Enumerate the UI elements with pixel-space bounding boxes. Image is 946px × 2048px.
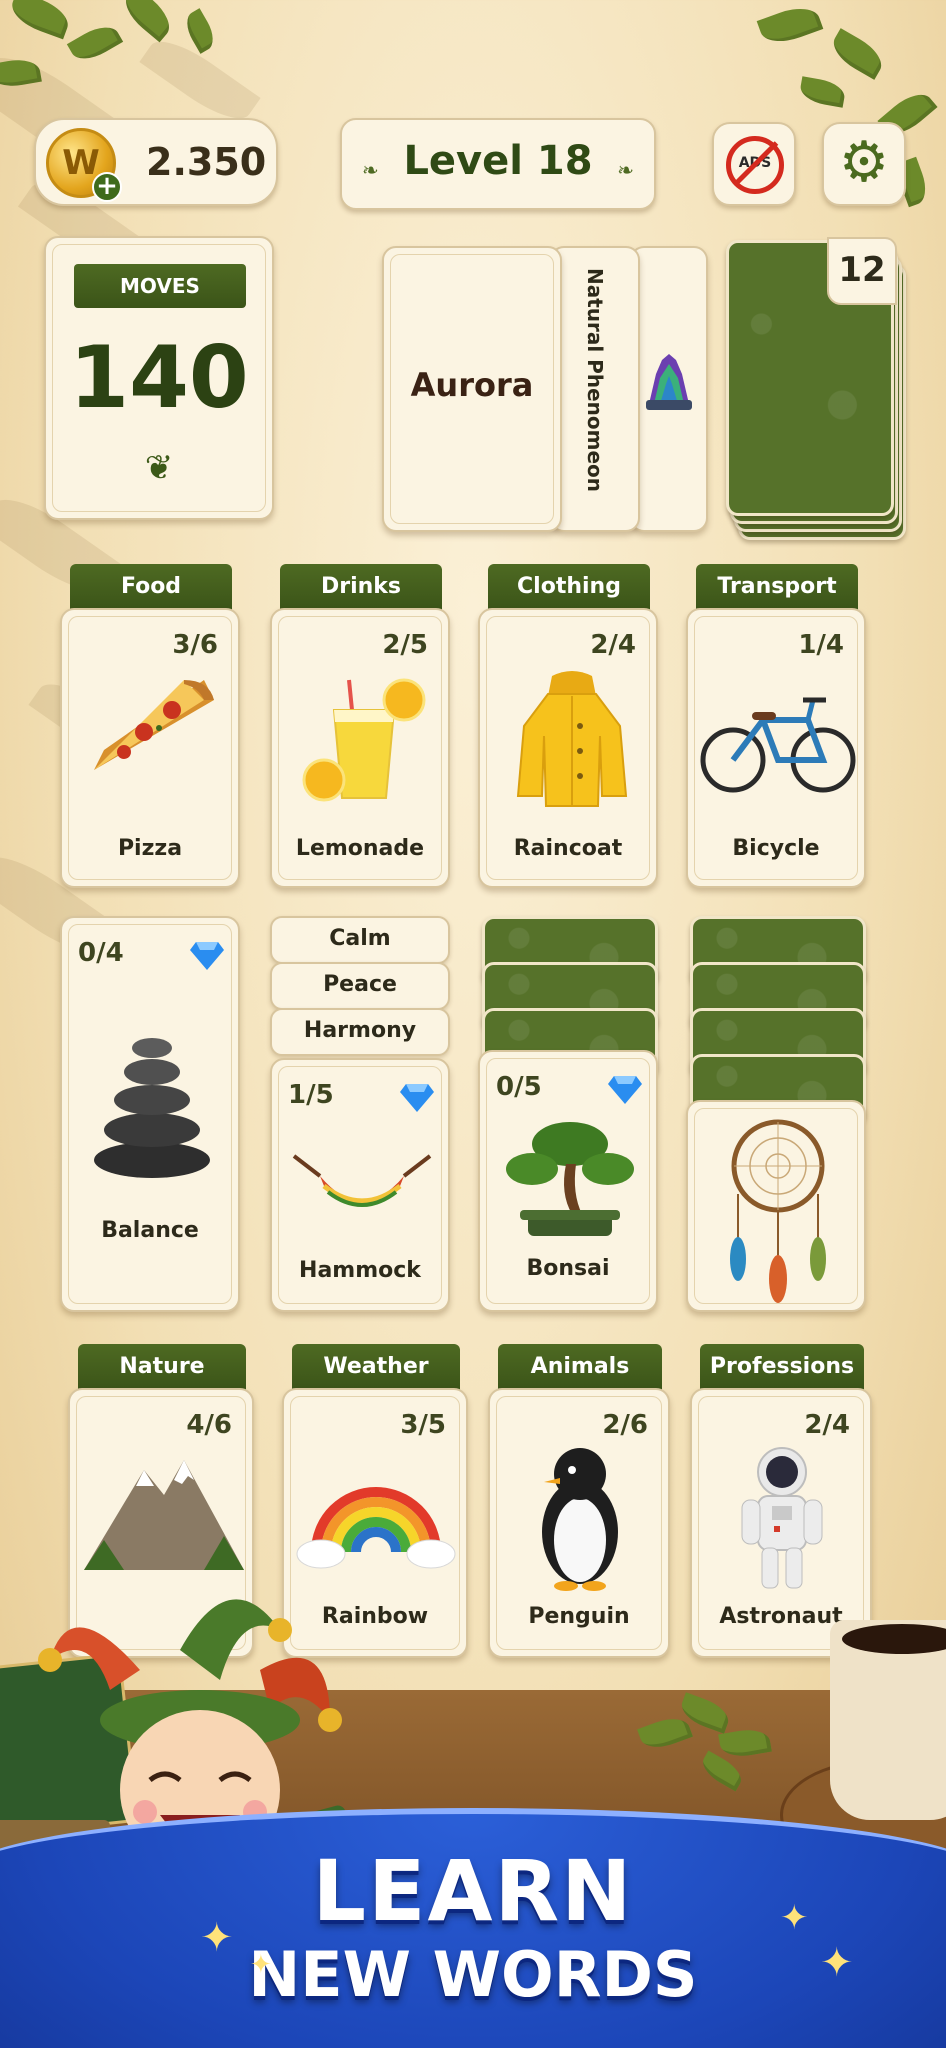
pizza-icon [84, 670, 224, 784]
coin-amount: 2.350 [146, 140, 267, 184]
balance-card[interactable]: 0/4 Balance [60, 916, 240, 1312]
add-coins-icon[interactable]: + [92, 172, 122, 202]
penguin-icon [530, 1442, 630, 1596]
sparkle-icon: ✦ [250, 1950, 272, 1980]
stones-icon [90, 1038, 214, 1182]
hammock-card[interactable]: 1/5 Hammock [270, 1058, 450, 1312]
remove-ads-button[interactable]: ADS [712, 122, 796, 206]
no-ads-icon: ADS [726, 136, 784, 194]
settings-button[interactable]: ⚙ [822, 122, 906, 206]
dreamcatcher-card[interactable] [686, 1100, 866, 1312]
banner-line-2: NEW WORDS [248, 1938, 698, 2011]
sparkle-icon: ✦ [780, 1898, 809, 1938]
level-title: Level 18 [403, 138, 593, 184]
leaf-ornament-right-icon: ❧ [617, 158, 634, 182]
coin-counter[interactable]: W + 2.350 [34, 118, 278, 206]
diamond-icon [190, 942, 224, 970]
laurel-icon: ❦ [144, 448, 174, 488]
word-card-aurora[interactable]: Aurora [382, 246, 562, 532]
diamond-icon [400, 1084, 434, 1112]
aurora-icon [644, 354, 694, 412]
raincoat-icon [502, 666, 642, 820]
category-card[interactable]: Natural Phenomeon [550, 246, 640, 532]
astronaut-icon [732, 1442, 832, 1596]
dreamcatcher-icon [718, 1114, 838, 1308]
diamond-icon [608, 1076, 642, 1104]
moves-card: MOVES 140 ❦ [44, 236, 274, 520]
deck-count-badge: 12 [827, 237, 897, 305]
level-badge: ❧ Level 18 ❧ [340, 118, 656, 210]
moves-ribbon: MOVES [74, 264, 246, 308]
gear-icon: ⚙ [838, 130, 890, 195]
sparkle-icon: ✦ [200, 1915, 234, 1961]
bonsai-icon [502, 1114, 638, 1258]
moves-count: 140 [69, 328, 249, 428]
bicycle-icon [698, 690, 858, 804]
sparkle-icon: ✦ [820, 1940, 854, 1986]
hammock-icon [290, 1146, 434, 1230]
lemonade-icon [294, 670, 434, 814]
bonsai-card[interactable]: 0/5 Bonsai [478, 1050, 658, 1312]
aurora-word: Aurora [410, 366, 534, 404]
category-label: Natural Phenomeon [583, 267, 607, 493]
